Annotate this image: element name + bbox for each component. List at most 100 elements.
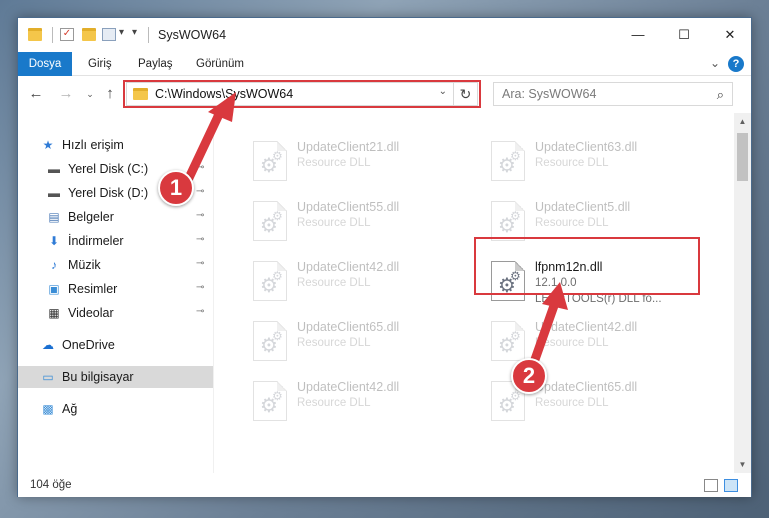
sidebar-item[interactable]: ☁ OneDrive <box>18 334 213 356</box>
file-item[interactable]: ⚙ ⚙ UpdateClient42.dll Resource DLL <box>479 315 699 371</box>
details-view-icon[interactable] <box>704 479 718 492</box>
expand-ribbon-icon[interactable]: ⌄ <box>710 56 720 70</box>
vertical-scrollbar[interactable]: ▲ ▼ <box>734 113 751 473</box>
callout-step-1: 1 <box>158 170 194 206</box>
sidebar-item-label: Belgeler <box>68 210 114 224</box>
back-button[interactable]: ← <box>26 83 46 105</box>
up-button[interactable]: ↑ <box>100 83 120 105</box>
documents-icon: ▤ <box>48 210 60 224</box>
file-description: Resource DLL <box>297 397 371 409</box>
properties-check-icon[interactable]: ✓ <box>60 28 74 41</box>
gear-icon: ⚙ <box>510 389 521 403</box>
drive-icon: ▬ <box>48 162 60 176</box>
customize-icon[interactable] <box>102 28 116 41</box>
quick-access-dropdown-icon[interactable]: ▾ <box>132 27 137 38</box>
pin-icon[interactable]: ⊸ <box>196 234 204 245</box>
scroll-down-icon[interactable]: ▼ <box>734 456 751 473</box>
item-count: 104 öğe <box>30 479 72 491</box>
forward-button[interactable]: → <box>56 83 76 105</box>
sidebar-item[interactable]: ▩ Ağ <box>18 398 213 420</box>
help-icon[interactable]: ? <box>728 56 744 72</box>
chevron-down-icon[interactable]: ▾ <box>119 27 124 38</box>
file-item[interactable]: ⚙ ⚙ UpdateClient63.dll Resource DLL <box>479 135 699 191</box>
sidebar-item-label: OneDrive <box>62 338 115 352</box>
title-bar: ✓ ▾ ▾ SysWOW64 — ☐ ✕ <box>18 18 751 52</box>
gear-icon: ⚙ <box>272 209 283 223</box>
pin-icon[interactable]: ⊸ <box>196 186 204 197</box>
file-description: Resource DLL <box>535 217 609 229</box>
gear-icon: ⚙ <box>510 329 521 343</box>
file-description: Resource DLL <box>297 277 371 289</box>
divider <box>148 27 149 43</box>
file-name: UpdateClient55.dll <box>297 200 400 214</box>
file-name: UpdateClient65.dll <box>297 320 400 334</box>
tab-share[interactable]: Paylaş <box>132 52 179 76</box>
file-item[interactable]: ⚙ ⚙ UpdateClient42.dll Resource DLL <box>241 255 461 311</box>
gear-icon: ⚙ <box>272 389 283 403</box>
computer-icon: ▭ <box>42 370 54 384</box>
sidebar-item-label: Hızlı erişim <box>62 138 124 152</box>
status-bar: 104 öğe <box>18 475 751 497</box>
dll-file-icon: ⚙ ⚙ <box>253 381 287 421</box>
pin-icon[interactable]: ⊸ <box>196 162 204 173</box>
dll-file-icon: ⚙ ⚙ <box>491 201 525 241</box>
dll-file-icon: ⚙ ⚙ <box>253 321 287 361</box>
recent-locations-button[interactable]: ⌄ <box>80 83 100 105</box>
sidebar-item-label: Videolar <box>68 306 114 320</box>
pin-icon[interactable]: ⊸ <box>196 210 204 221</box>
sidebar-item[interactable]: ♪ Müzik ⊸ <box>18 254 213 276</box>
window-title: SysWOW64 <box>158 28 227 42</box>
file-name: UpdateClient42.dll <box>297 380 400 394</box>
sidebar-item[interactable]: ▣ Resimler ⊸ <box>18 278 213 300</box>
file-item[interactable]: ⚙ ⚙ UpdateClient21.dll Resource DLL <box>241 135 461 191</box>
search-icon[interactable]: ⌕ <box>717 87 724 103</box>
scrollbar-thumb[interactable] <box>737 133 748 181</box>
large-icons-view-icon[interactable] <box>724 479 738 492</box>
tab-view[interactable]: Görünüm <box>190 52 250 76</box>
dll-file-icon: ⚙ ⚙ <box>253 141 287 181</box>
sidebar-item-label: Bu bilgisayar <box>62 370 134 384</box>
new-folder-icon[interactable] <box>82 28 96 41</box>
pin-icon[interactable]: ⊸ <box>196 282 204 293</box>
divider <box>52 27 53 43</box>
file-name: UpdateClient65.dll <box>535 380 638 394</box>
file-item[interactable]: ⚙ ⚙ UpdateClient65.dll Resource DLL <box>241 315 461 371</box>
gear-icon: ⚙ <box>510 209 521 223</box>
music-icon: ♪ <box>51 258 57 272</box>
minimize-button[interactable]: — <box>615 18 661 52</box>
callout-step-2: 2 <box>511 358 547 394</box>
maximize-button[interactable]: ☐ <box>661 18 707 52</box>
dll-file-icon: ⚙ ⚙ <box>491 141 525 181</box>
tab-home[interactable]: Giriş <box>82 52 118 76</box>
pin-icon[interactable]: ⊸ <box>196 258 204 269</box>
close-button[interactable]: ✕ <box>707 18 753 52</box>
file-item[interactable]: ⚙ ⚙ UpdateClient55.dll Resource DLL <box>241 195 461 251</box>
drive-icon: ▬ <box>48 186 60 200</box>
sidebar-item[interactable]: ▤ Belgeler ⊸ <box>18 206 213 228</box>
file-description: Resource DLL <box>297 217 371 229</box>
sidebar-item[interactable]: ▭ Bu bilgisayar <box>18 366 213 388</box>
scroll-up-icon[interactable]: ▲ <box>734 113 751 130</box>
star-icon: ★ <box>42 138 54 152</box>
download-icon: ⬇ <box>48 234 60 248</box>
search-input[interactable]: Ara: SysWOW64 ⌕ <box>493 82 733 106</box>
sidebar-item-label: Resimler <box>68 282 118 296</box>
file-description: Resource DLL <box>297 157 371 169</box>
sidebar-item[interactable]: ▦ Videolar ⊸ <box>18 302 213 324</box>
file-description: Resource DLL <box>535 397 609 409</box>
address-highlight-box <box>123 80 481 108</box>
dll-file-icon: ⚙ ⚙ <box>253 261 287 301</box>
ribbon-tabs: Dosya Giriş Paylaş Görünüm ⌄ ? <box>18 52 751 76</box>
dll-file-icon: ⚙ ⚙ <box>253 201 287 241</box>
pin-icon[interactable]: ⊸ <box>196 306 204 317</box>
sidebar-item[interactable]: ★ Hızlı erişim <box>18 134 213 156</box>
sidebar-item-label: Müzik <box>68 258 101 272</box>
navigation-bar: ← → ⌄ ↑ C:\Windows\SysWOW64 ⌄ ↻ Ara: Sys… <box>18 77 751 111</box>
gear-icon: ⚙ <box>272 149 283 163</box>
file-name: UpdateClient21.dll <box>297 140 400 154</box>
tab-file[interactable]: Dosya <box>18 52 72 76</box>
network-icon: ▩ <box>42 402 54 416</box>
file-item[interactable]: ⚙ ⚙ UpdateClient42.dll Resource DLL <box>241 375 461 431</box>
sidebar-item[interactable]: ⬇ İndirmeler ⊸ <box>18 230 213 252</box>
file-name: UpdateClient63.dll <box>535 140 638 154</box>
